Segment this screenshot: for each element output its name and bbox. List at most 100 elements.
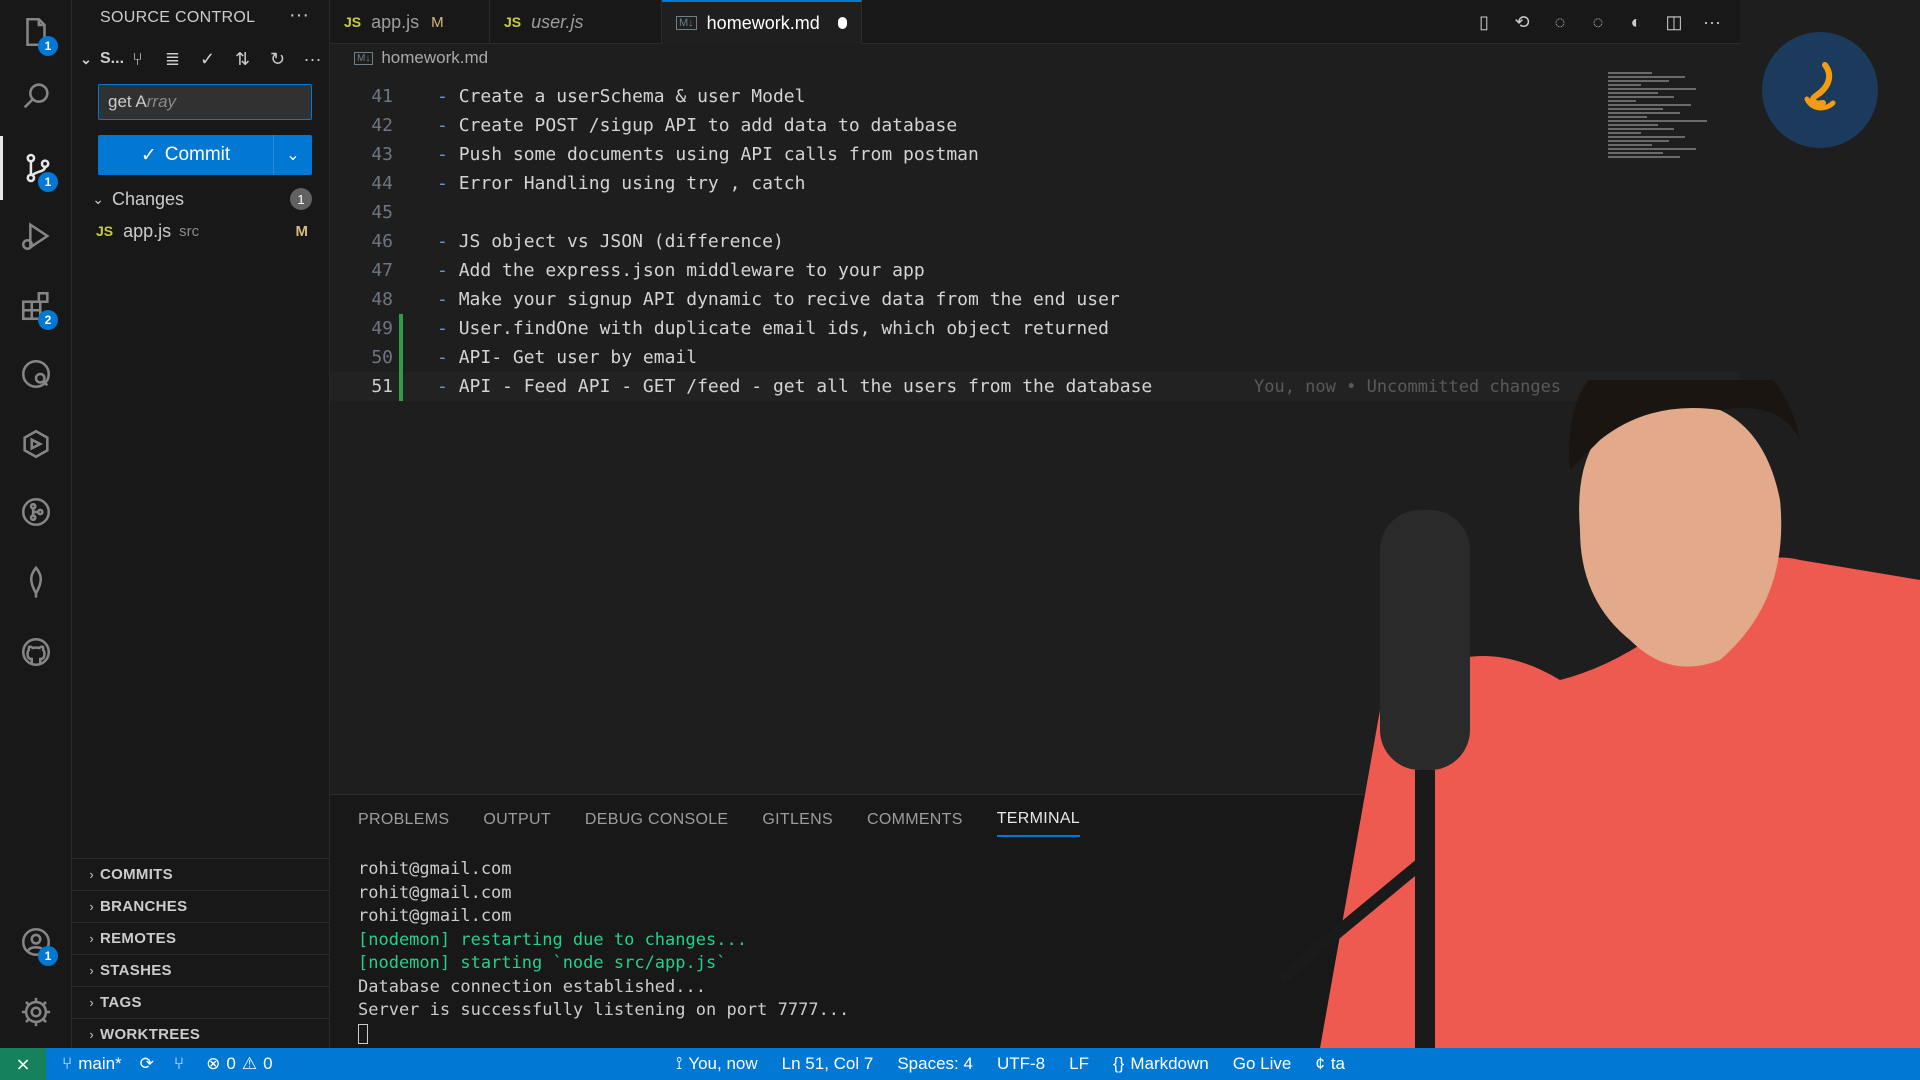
- git-modified-gutter[interactable]: [399, 314, 411, 343]
- next-change-icon[interactable]: ◌: [1586, 6, 1610, 38]
- changed-file-row[interactable]: JS app.js src M: [72, 218, 330, 244]
- unsaved-dot-icon[interactable]: [837, 17, 847, 29]
- line-content: Push some documents using API calls from…: [458, 144, 979, 165]
- graph-icon[interactable]: ⑂: [125, 46, 150, 72]
- git-modified-gutter[interactable]: [399, 372, 411, 401]
- gutter: [399, 140, 411, 169]
- error-icon: ⊗: [206, 1054, 221, 1073]
- remote-indicator-icon[interactable]: ⨯: [0, 1048, 46, 1080]
- line-number: 45: [371, 202, 393, 223]
- terminal-cursor: [358, 1023, 368, 1044]
- sidebar-more-icon[interactable]: ···: [289, 4, 309, 27]
- tab-homework-md[interactable]: M↓ homework.md: [662, 0, 862, 44]
- section-branches[interactable]: › BRANCHES: [72, 890, 330, 922]
- gitlens-icon[interactable]: [0, 480, 72, 544]
- javascript-file-icon: JS: [96, 223, 114, 239]
- language-mode-label: Markdown: [1130, 1054, 1209, 1073]
- section-stashes[interactable]: › STASHES: [72, 954, 330, 986]
- problems-indicator[interactable]: ⊗ 0 ⚠ 0: [206, 1054, 272, 1074]
- tab-gitlens[interactable]: GITLENS: [762, 803, 833, 837]
- commit-message-input[interactable]: get Array: [98, 84, 312, 120]
- extra-status-item[interactable]: ¢ ta: [1315, 1054, 1345, 1074]
- view-as-list-icon[interactable]: ≣: [160, 46, 185, 72]
- code-line: 49 - User.findOne with duplicate email id…: [330, 314, 1740, 343]
- gitlens-graph-icon[interactable]: ⑂: [174, 1054, 184, 1074]
- split-editor-icon[interactable]: ◫: [1662, 6, 1686, 38]
- breadcrumb[interactable]: M↓ homework.md: [354, 48, 488, 68]
- code-line: 44 - Error Handling using try , catch: [330, 169, 1740, 198]
- encoding[interactable]: UTF-8: [997, 1054, 1045, 1074]
- extra-status-label: ta: [1330, 1054, 1345, 1073]
- javascript-file-icon: JS: [504, 14, 522, 30]
- branch-name: main*: [78, 1054, 122, 1073]
- open-changes-icon[interactable]: ⟲: [1510, 6, 1534, 38]
- commit-check-icon[interactable]: ✓: [195, 46, 220, 72]
- section-commits[interactable]: › COMMITS: [72, 858, 330, 890]
- commit-button[interactable]: ✓ Commit: [98, 135, 274, 175]
- account-icon[interactable]: 1: [0, 910, 72, 974]
- source-control-toolbar: ⑂ ≣ ✓ ⇅ ↻ ···: [125, 46, 325, 72]
- tab-output[interactable]: OUTPUT: [483, 803, 551, 837]
- line-number: 48: [371, 289, 393, 310]
- search-icon[interactable]: [0, 64, 72, 128]
- cursor-position[interactable]: Ln 51, Col 7: [782, 1054, 874, 1074]
- gitlens-blame-icon[interactable]: ◐: [1624, 6, 1648, 38]
- changes-group-header[interactable]: ⌄ Changes 1: [72, 185, 330, 213]
- indentation[interactable]: Spaces: 4: [897, 1054, 973, 1074]
- previous-change-icon[interactable]: ◌: [1548, 6, 1572, 38]
- remote-explorer-icon[interactable]: [0, 342, 72, 406]
- changes-label: Changes: [112, 188, 185, 209]
- line-text: - API- Get user by email: [437, 347, 698, 368]
- tab-label: app.js: [371, 11, 420, 32]
- commit-message-suggestion: rray: [146, 92, 177, 111]
- more-actions-icon[interactable]: ···: [300, 46, 325, 72]
- tab-terminal[interactable]: TERMINAL: [996, 803, 1081, 837]
- run-debug-icon[interactable]: [0, 204, 72, 268]
- tab-debug-console[interactable]: DEBUG CONSOLE: [585, 803, 729, 837]
- markdown-file-icon: M↓: [676, 16, 697, 30]
- line-text: - Make your signup API dynamic to recive…: [437, 289, 1120, 310]
- gitlens-inspect-icon[interactable]: [0, 412, 72, 476]
- copilot-icon: ¢: [1315, 1054, 1325, 1073]
- code-editor[interactable]: 41 - Create a userSchema & user Model 42 -…: [330, 82, 1740, 401]
- explorer-icon[interactable]: 1: [0, 0, 72, 64]
- branch-indicator[interactable]: ⑂ main* ⟳ ⑂: [62, 1054, 184, 1074]
- tab-app-js[interactable]: JS app.js M: [330, 0, 490, 44]
- tab-user-js[interactable]: JS user.js: [490, 0, 662, 44]
- terminal-line: [nodemon] starting `node src/app.js`: [358, 953, 727, 973]
- open-preview-icon[interactable]: ▯: [1472, 6, 1496, 38]
- go-live-button[interactable]: Go Live: [1233, 1054, 1292, 1074]
- warning-icon: ⚠: [241, 1054, 258, 1073]
- github-icon[interactable]: [0, 620, 72, 684]
- tab-comments[interactable]: COMMENTS: [867, 803, 963, 837]
- section-label: REMOTES: [100, 930, 177, 947]
- terminal-line: rohit@gmail.com: [358, 906, 512, 926]
- end-of-line[interactable]: LF: [1069, 1054, 1089, 1074]
- minimap[interactable]: [1608, 72, 1718, 182]
- mongodb-icon[interactable]: [0, 550, 72, 614]
- tab-problems[interactable]: PROBLEMS: [358, 803, 449, 837]
- refresh-icon[interactable]: ↻: [265, 46, 290, 72]
- pull-request-icon[interactable]: ⇅: [230, 46, 255, 72]
- git-modified-gutter[interactable]: [399, 343, 411, 372]
- markdown-file-icon: M↓: [354, 51, 374, 65]
- warning-count: 0: [263, 1054, 273, 1073]
- section-tags[interactable]: › TAGS: [72, 986, 330, 1018]
- line-content: JS object vs JSON (difference): [458, 231, 784, 252]
- blame-status[interactable]: ⟟ You, now: [676, 1054, 758, 1074]
- changed-file-dir: src: [179, 222, 200, 240]
- section-worktrees[interactable]: › WORKTREES: [72, 1018, 330, 1050]
- changed-file-name: app.js: [123, 220, 172, 241]
- extensions-icon[interactable]: 2: [0, 274, 72, 338]
- source-control-icon[interactable]: 1: [0, 136, 72, 200]
- sync-icon[interactable]: ⟳: [140, 1054, 154, 1074]
- terminal-output[interactable]: rohit@gmail.com rohit@gmail.com rohit@gm…: [358, 859, 849, 1047]
- terminal-prompt[interactable]: [358, 1023, 849, 1048]
- settings-gear-icon[interactable]: [0, 980, 72, 1044]
- language-mode[interactable]: {} Markdown: [1113, 1054, 1209, 1074]
- more-actions-icon[interactable]: ···: [1700, 6, 1724, 38]
- section-remotes[interactable]: › REMOTES: [72, 922, 330, 954]
- commit-dropdown-button[interactable]: ⌄: [274, 135, 312, 175]
- section-label: BRANCHES: [100, 898, 188, 915]
- line-number: 49: [371, 318, 393, 339]
